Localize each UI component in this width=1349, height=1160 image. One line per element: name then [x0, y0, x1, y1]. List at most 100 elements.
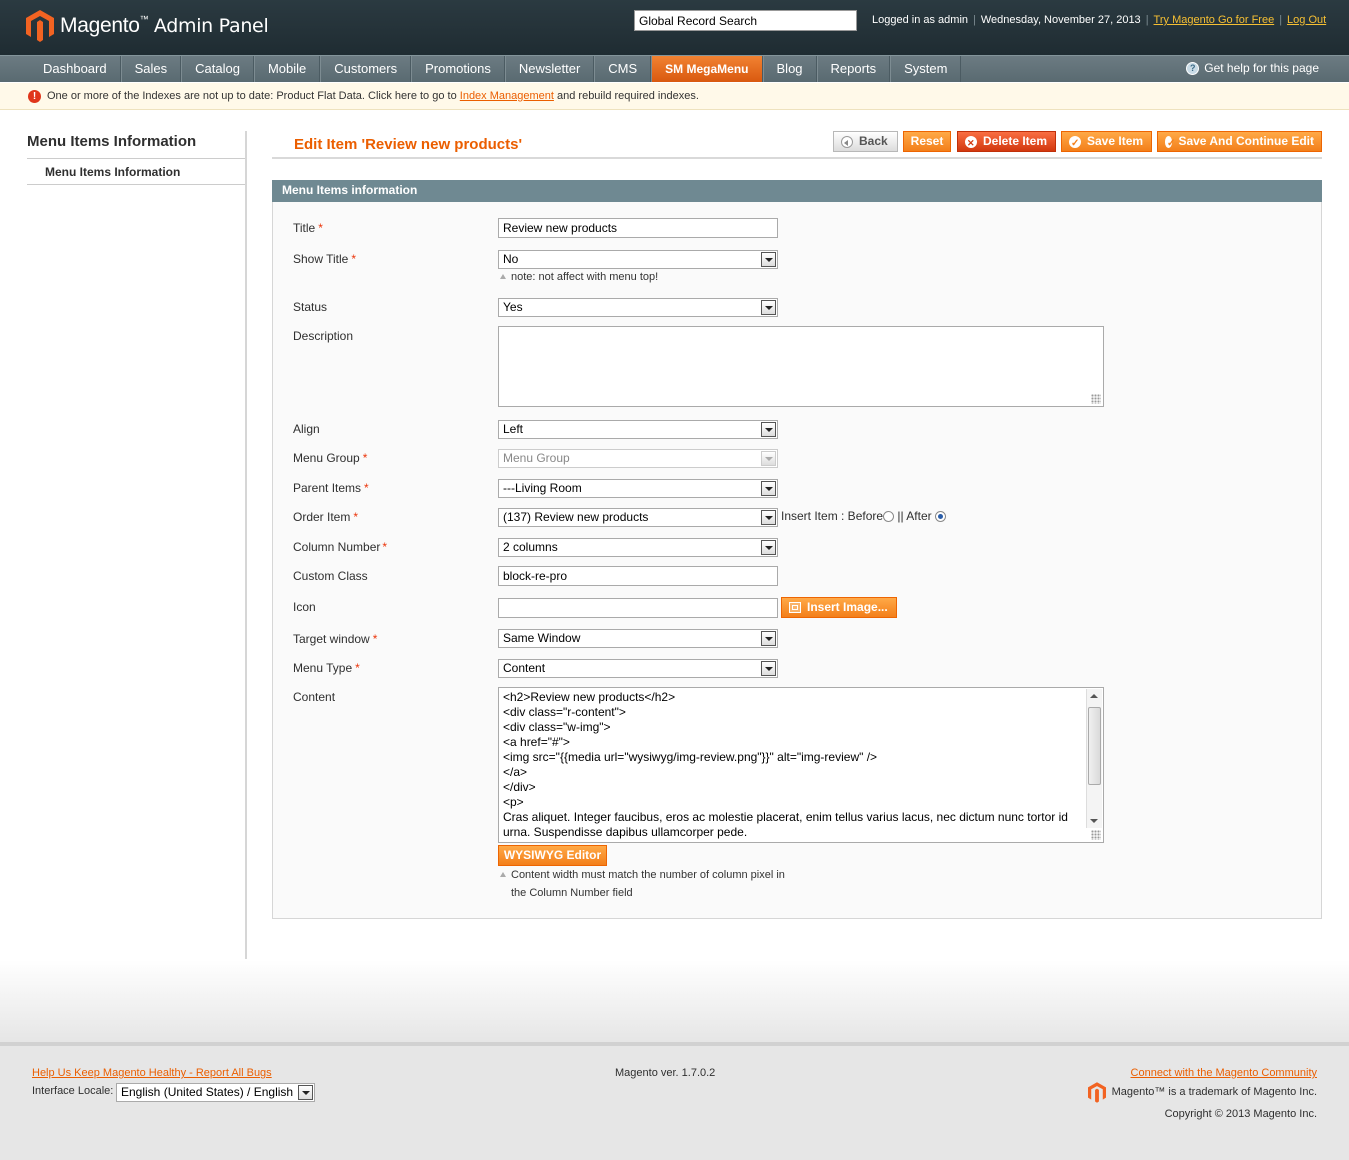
menu-type-select[interactable]: Content [498, 659, 778, 678]
insert-after-label: || After [897, 509, 932, 523]
sidebar-title: Menu Items Information [27, 133, 197, 150]
required-mark: * [318, 221, 323, 235]
chevron-down-icon [761, 481, 776, 496]
required-mark: * [355, 661, 360, 675]
reset-label: Reset [910, 134, 944, 148]
column-number-select[interactable]: 2 columns [498, 538, 778, 557]
nav-cms[interactable]: CMS [594, 56, 652, 82]
nav-customers[interactable]: Customers [320, 56, 412, 82]
menu-group-label: Menu Group * [293, 451, 368, 465]
nav-dashboard[interactable]: Dashboard [30, 56, 121, 82]
required-mark: * [362, 451, 368, 465]
logo-brand: Magento [60, 14, 140, 37]
error-icon: ! [28, 90, 41, 103]
icon-label: Icon [293, 600, 316, 614]
target-window-label: Target window * [293, 632, 378, 646]
chevron-down-icon [298, 1085, 313, 1100]
index-notice: ! One or more of the Indexes are not up … [0, 83, 1349, 110]
chevron-down-icon [761, 300, 776, 315]
logout-link[interactable]: Log Out [1287, 14, 1326, 26]
insert-before-radio[interactable] [883, 511, 895, 522]
reset-button[interactable]: Reset [903, 131, 951, 152]
magento-footer-logo-icon [1088, 1082, 1106, 1103]
content-label: Content [293, 690, 336, 704]
icon-input[interactable] [498, 598, 778, 618]
save-continue-button[interactable]: Save And Continue Edit [1157, 131, 1322, 153]
index-management-link[interactable]: Index Management [460, 90, 554, 102]
nav-system[interactable]: System [890, 56, 962, 82]
help-link[interactable]: ? Get help for this page [1186, 61, 1319, 75]
help-text: Get help for this page [1204, 61, 1319, 75]
try-magento-go-link[interactable]: Try Magento Go for Free [1154, 14, 1275, 26]
nav-catalog[interactable]: Catalog [181, 56, 254, 82]
resize-grip-icon[interactable] [1091, 830, 1101, 840]
logo-sub: Admin Panel [153, 15, 269, 37]
wysiwyg-editor-button[interactable]: WYSIWYG Editor [498, 845, 607, 866]
copyright-text: Copyright © 2013 Magento Inc. [1164, 1108, 1317, 1120]
check-icon [1069, 134, 1081, 153]
report-bugs-link[interactable]: Help Us Keep Magento Healthy - Report Al… [32, 1067, 272, 1079]
insert-image-button[interactable]: Insert Image... [781, 597, 897, 618]
scroll-down-icon[interactable] [1090, 819, 1098, 823]
nav-promotions[interactable]: Promotions [411, 56, 505, 82]
community-link[interactable]: Connect with the Magento Community [1131, 1067, 1317, 1079]
save-item-button[interactable]: Save Item [1061, 131, 1152, 153]
description-textarea[interactable] [498, 326, 1104, 407]
wysiwyg-label: WYSIWYG Editor [503, 848, 602, 862]
title-input[interactable] [498, 218, 778, 238]
scroll-up-icon[interactable] [1090, 694, 1098, 698]
custom-class-label: Custom Class [293, 569, 368, 583]
logo-tm: ™ [139, 14, 149, 24]
show-title-select[interactable]: No [498, 250, 778, 269]
save-label: Save Item [1087, 134, 1144, 148]
nav-newsletter[interactable]: Newsletter [504, 56, 595, 82]
target-window-select[interactable]: Same Window [498, 629, 778, 648]
separator: | [1279, 14, 1283, 26]
insert-position-group: Insert Item : Before || After [781, 509, 946, 523]
back-button[interactable]: Back [833, 131, 898, 152]
magento-logo-icon [26, 10, 54, 42]
status-label: Status [293, 300, 328, 314]
nav-sm-megamenu[interactable]: SM MegaMenu [651, 56, 763, 82]
nav-blog[interactable]: Blog [762, 56, 817, 82]
chevron-down-icon [761, 252, 776, 267]
order-item-label: Order Item * [293, 510, 359, 524]
sidebar-border [245, 131, 247, 959]
header-links: Logged in as admin | Wednesday, November 2… [872, 14, 1326, 26]
global-search-input[interactable] [634, 10, 857, 31]
trademark-text: Magento™ is a trademark of Magento Inc. [1111, 1086, 1317, 1098]
separator: | [1145, 14, 1149, 26]
back-label: Back [859, 134, 888, 148]
column-number-label: Column Number * [293, 540, 388, 554]
notice-after: and rebuild required indexes. [557, 90, 699, 102]
order-item-select[interactable]: (137) Review new products [498, 508, 778, 527]
interface-locale-select[interactable]: English (United States) / English [116, 1083, 315, 1102]
content-textarea[interactable]: <h2>Review new products</h2> <div class=… [498, 687, 1104, 843]
insert-before-label: Insert Item : Before [781, 509, 884, 523]
delete-icon [965, 134, 977, 153]
nav-reports[interactable]: Reports [816, 56, 891, 82]
save-continue-label: Save And Continue Edit [1178, 134, 1314, 148]
insert-after-radio[interactable] [934, 511, 946, 522]
main-nav: Dashboard Sales Catalog Mobile Customers… [0, 55, 1349, 82]
show-title-label: Show Title * [293, 252, 357, 266]
delete-label: Delete Item [983, 134, 1048, 148]
help-icon: ? [1186, 61, 1200, 75]
scroll-thumb[interactable] [1088, 707, 1101, 785]
nav-sales[interactable]: Sales [120, 56, 182, 82]
resize-grip-icon[interactable] [1091, 394, 1101, 404]
note-triangle-icon [500, 274, 506, 279]
status-select[interactable]: Yes [498, 298, 778, 317]
insert-image-label: Insert Image... [807, 600, 888, 614]
align-select[interactable]: Left [498, 420, 778, 439]
footer-gradient [0, 960, 1349, 1042]
custom-class-input[interactable] [498, 566, 778, 586]
fieldset-legend: Menu Items information [272, 180, 1322, 202]
nav-mobile[interactable]: Mobile [253, 56, 321, 82]
content-scrollbar[interactable] [1086, 689, 1102, 828]
magento-logo[interactable]: Magento™ Admin Panel [26, 10, 269, 42]
sidebar-tab-menu-items-information[interactable]: Menu Items Information [27, 160, 246, 185]
required-mark: * [372, 632, 378, 646]
delete-item-button[interactable]: Delete Item [957, 131, 1056, 153]
parent-items-select[interactable]: ---Living Room [498, 479, 778, 498]
